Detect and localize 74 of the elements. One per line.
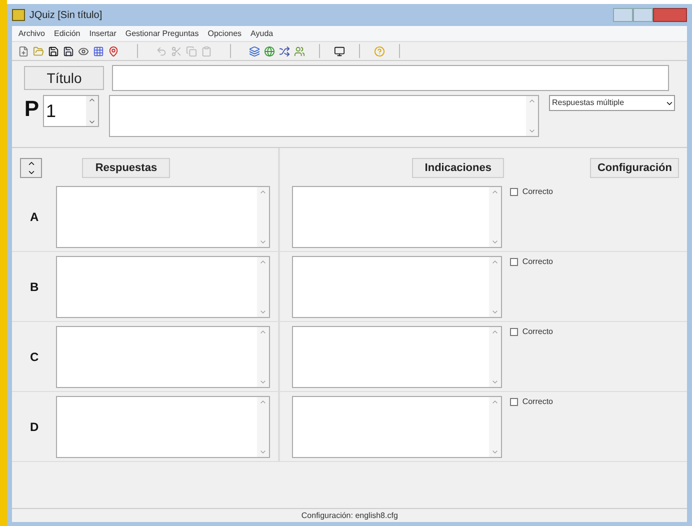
- down-icon: [26, 168, 36, 177]
- hint-text-area[interactable]: [292, 186, 502, 248]
- correct-checkbox[interactable]: [510, 258, 518, 266]
- answer-text-area[interactable]: [56, 186, 270, 248]
- menu-item[interactable]: Edición: [54, 28, 80, 40]
- cut-icon[interactable]: [171, 46, 182, 56]
- scrollbar[interactable]: [257, 256, 270, 316]
- config-header-button[interactable]: Configuración: [590, 158, 679, 178]
- help-icon[interactable]: [374, 46, 386, 56]
- shuffle-icon[interactable]: [279, 46, 290, 56]
- scroll-up-icon[interactable]: [528, 97, 536, 105]
- up-icon: [26, 159, 36, 168]
- answer-letter: C: [28, 348, 40, 366]
- answer-letter: D: [28, 418, 40, 436]
- question-label: P: [24, 95, 39, 123]
- menu-item[interactable]: Gestionar Preguntas: [125, 28, 199, 40]
- correct-label: Correcto: [522, 326, 553, 338]
- pin-icon[interactable]: [108, 46, 120, 56]
- eye-icon[interactable]: [78, 46, 90, 56]
- spin-down-icon[interactable]: [88, 118, 96, 126]
- scrollbar[interactable]: [257, 326, 270, 386]
- title-field[interactable]: [112, 65, 669, 91]
- hint-text-area[interactable]: [292, 396, 502, 458]
- reorder-button[interactable]: [20, 158, 42, 178]
- hint-text-area[interactable]: [292, 256, 502, 318]
- maximize-button[interactable]: [633, 8, 653, 22]
- hint-text-area[interactable]: [292, 326, 502, 388]
- new-file-icon[interactable]: [18, 46, 30, 56]
- spin-up-icon[interactable]: [88, 96, 96, 104]
- correct-label: Correcto: [522, 256, 553, 268]
- question-text-area[interactable]: [109, 95, 539, 137]
- correct-label: Correcto: [522, 396, 553, 408]
- answer-text-area[interactable]: [56, 256, 270, 318]
- scroll-down-icon[interactable]: [528, 127, 536, 135]
- answer-text-area[interactable]: [56, 396, 270, 458]
- grid-icon[interactable]: [93, 46, 104, 56]
- correct-checkbox[interactable]: [510, 398, 518, 406]
- answers-header-button[interactable]: Respuestas: [82, 158, 170, 178]
- menu-item[interactable]: Archivo: [18, 28, 45, 40]
- scrollbar[interactable]: [489, 326, 502, 386]
- save-icon[interactable]: [48, 46, 60, 56]
- menu-item[interactable]: Ayuda: [250, 28, 274, 40]
- correct-checkbox[interactable]: [510, 188, 518, 196]
- scrollbar[interactable]: [257, 396, 270, 456]
- undo-icon[interactable]: [156, 46, 168, 56]
- window-title: JQuiz [Sin título]: [29, 8, 102, 22]
- hints-header-button[interactable]: Indicaciones: [412, 158, 504, 178]
- pages-icon[interactable]: [249, 46, 260, 56]
- close-button[interactable]: [653, 8, 687, 22]
- scrollbar[interactable]: [489, 186, 502, 246]
- globe-icon[interactable]: [264, 46, 276, 56]
- menu-item[interactable]: Insertar: [89, 28, 116, 40]
- scrollbar[interactable]: [526, 96, 538, 136]
- correct-label: Correcto: [522, 186, 553, 198]
- question-type-dropdown[interactable]: Respuestas múltiple: [549, 95, 675, 111]
- app-icon: [12, 9, 26, 21]
- folder-icon[interactable]: [33, 46, 44, 56]
- monitor-icon[interactable]: [334, 46, 346, 56]
- save-as-icon[interactable]: [63, 46, 74, 56]
- scrollbar[interactable]: [489, 396, 502, 456]
- answer-letter: B: [28, 278, 40, 296]
- scrollbar[interactable]: [489, 256, 502, 316]
- copy-icon[interactable]: [186, 46, 198, 56]
- answer-text-area[interactable]: [56, 326, 270, 388]
- question-number-spinner[interactable]: 1: [43, 95, 99, 127]
- minimize-button[interactable]: [613, 8, 633, 22]
- paste-icon[interactable]: [201, 46, 212, 56]
- correct-checkbox[interactable]: [510, 328, 518, 336]
- menu-item[interactable]: Opciones: [208, 28, 242, 40]
- status-bar-text: Configuración: english8.cfg: [301, 510, 398, 522]
- scrollbar[interactable]: [257, 186, 270, 246]
- title-button[interactable]: Título: [24, 66, 104, 90]
- answer-letter: A: [28, 208, 40, 226]
- users-icon[interactable]: [294, 46, 306, 56]
